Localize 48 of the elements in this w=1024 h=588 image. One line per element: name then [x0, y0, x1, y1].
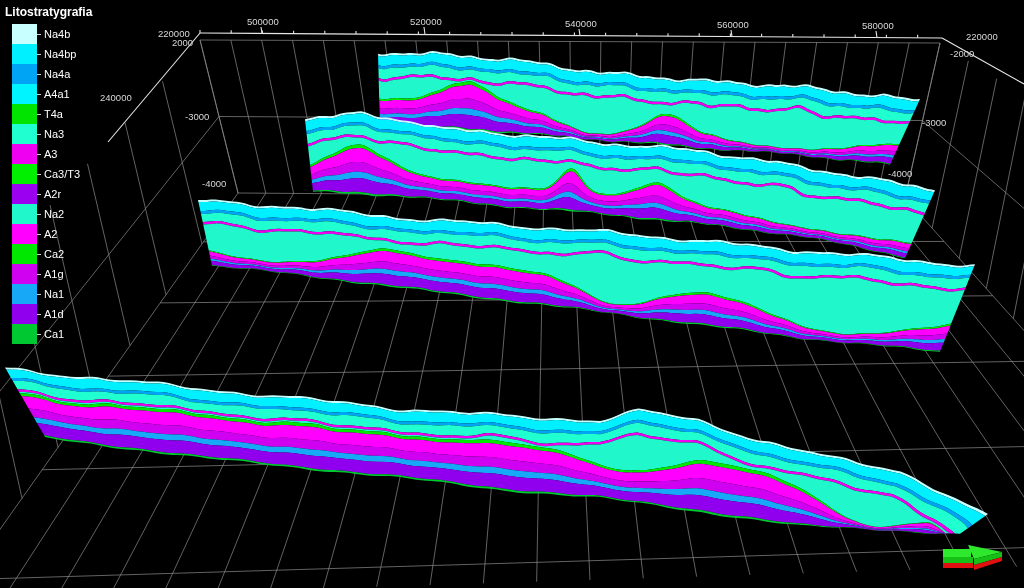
tick-mark: [37, 313, 41, 315]
legend-label: Na3: [44, 127, 65, 141]
legend-label: Na4b: [44, 27, 71, 41]
tick-mark: [37, 33, 41, 35]
arrow-icon: [943, 545, 1002, 570]
axis-label: 240000: [100, 92, 132, 103]
tick-mark: [37, 253, 41, 255]
axis-label: 500000: [247, 16, 279, 27]
tick-mark: [37, 213, 41, 215]
axis-label: -2000: [950, 48, 975, 59]
legend-label: Na2: [44, 207, 65, 221]
legend-label: Ca2: [44, 247, 65, 261]
tick-mark: [37, 293, 41, 295]
legend-label: T4a: [44, 107, 63, 121]
tick-mark: [37, 133, 41, 135]
axis-label: -3000: [185, 111, 210, 122]
axis-label: -4000: [202, 178, 227, 189]
axis-label: -3000: [922, 117, 947, 128]
tick-mark: [37, 193, 41, 195]
tick-mark: [37, 233, 41, 235]
legend-title: Litostratygrafia: [5, 5, 93, 20]
axis-label: 220000: [158, 28, 190, 39]
legend-label: Ca1: [44, 327, 65, 341]
axis-label: 580000: [862, 20, 894, 31]
legend-label: A2r: [44, 187, 62, 201]
tick-mark: [37, 93, 41, 95]
tick-mark: [37, 113, 41, 115]
legend-label: A4a1: [44, 87, 70, 101]
legend-label: A1g: [44, 267, 64, 281]
axis-label: 520000: [410, 16, 442, 27]
axis-label: -4000: [888, 168, 913, 179]
legend-label: Na4bp: [44, 47, 77, 61]
legend-label: A3: [44, 147, 58, 161]
axis-label: 560000: [717, 19, 749, 30]
legend-label: Na4a: [44, 67, 71, 81]
legend-label: Ca3/T3: [44, 167, 81, 181]
axis-label: 540000: [565, 18, 597, 29]
tick-mark: [37, 333, 41, 335]
tick-mark: [37, 153, 41, 155]
tick-mark: [37, 53, 41, 55]
axis-label: 2000: [172, 37, 194, 48]
legend-label: A1d: [44, 307, 64, 321]
legend-label: A2: [44, 227, 58, 241]
tick-mark: [37, 73, 41, 75]
tick-mark: [37, 173, 41, 175]
axis-label: 220000: [966, 31, 998, 42]
legend-label: Na1: [44, 287, 65, 301]
tick-mark: [37, 273, 41, 275]
